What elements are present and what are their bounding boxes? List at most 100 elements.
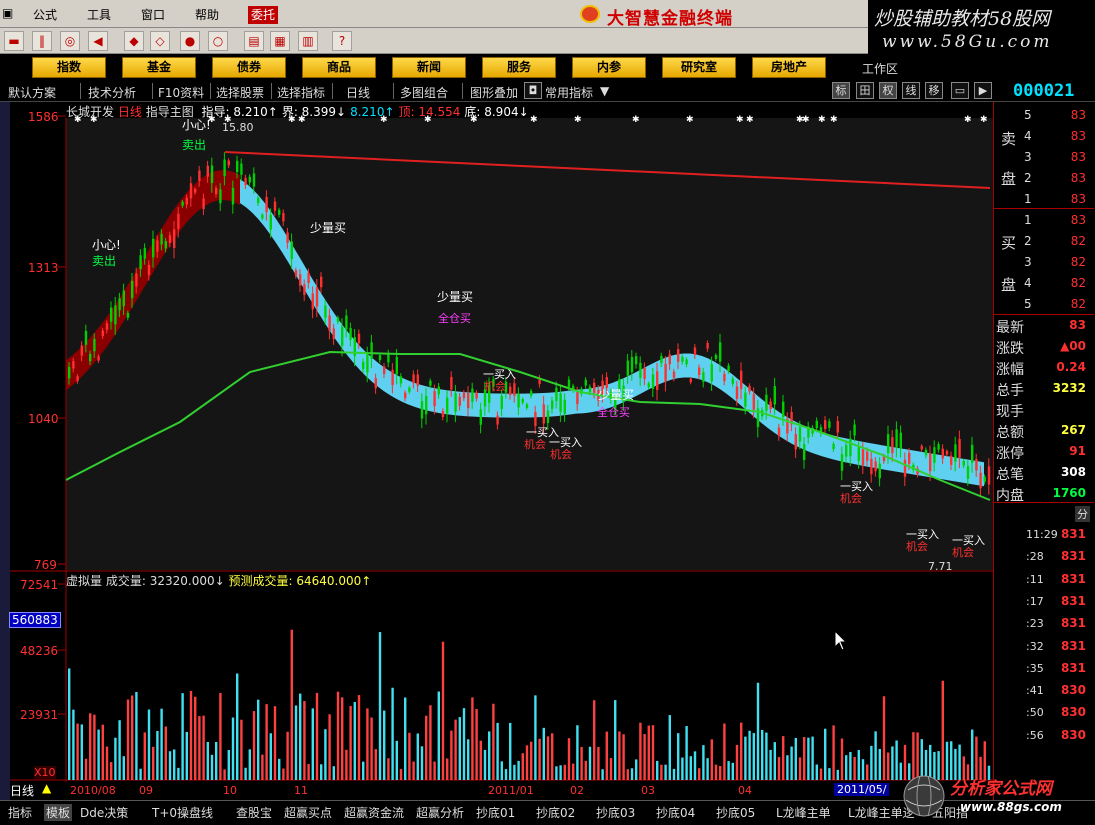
btn-grid[interactable]: 田 <box>856 82 874 99</box>
tab-tech-analysis[interactable]: 技术分析 <box>88 84 136 101</box>
bottom-tab[interactable]: 抄底01 <box>476 804 515 821</box>
bottom-tab[interactable]: 指标 <box>8 804 32 821</box>
nav-index[interactable]: 指数 <box>32 57 106 78</box>
flag-icon[interactable]: ▬ <box>4 31 24 51</box>
candle-body <box>584 379 587 386</box>
tick-row[interactable]: :56 830 <box>994 725 1094 747</box>
sell-row[interactable]: 2 83 <box>994 168 1094 189</box>
window-icon[interactable]: ▦ <box>270 31 290 51</box>
candle-body <box>693 347 697 355</box>
volume-bar <box>177 767 180 780</box>
bottom-tab[interactable]: 超赢买点 <box>284 804 332 821</box>
nav-fund[interactable]: 基金 <box>122 57 196 78</box>
nav-bond[interactable]: 债券 <box>212 57 286 78</box>
tick-row[interactable]: 11:29 831 <box>994 524 1094 546</box>
volume-bar <box>383 710 386 780</box>
volume-bar <box>374 749 377 780</box>
tab-common-indicator[interactable]: 常用指标 <box>545 84 593 101</box>
menu-tools[interactable]: 工具 <box>87 6 111 24</box>
tick-row[interactable]: :32 831 <box>994 636 1094 658</box>
tick-row[interactable]: :50 830 <box>994 702 1094 724</box>
bottom-tab[interactable]: 抄底04 <box>656 804 695 821</box>
trade-icon[interactable]: ◆ <box>124 31 144 51</box>
bars-icon[interactable]: ‖ <box>32 31 52 51</box>
tab-multi-chart[interactable]: 多图组合 <box>400 84 448 101</box>
tab-select-stock[interactable]: 选择股票 <box>216 84 264 101</box>
bottom-tab[interactable]: L龙峰主单 <box>776 804 831 821</box>
tab-select-indicator[interactable]: 选择指标 <box>277 84 325 101</box>
workarea-label[interactable]: 工作区 <box>862 60 898 77</box>
btn-line[interactable]: 线 <box>902 82 920 99</box>
record-icon[interactable]: ● <box>180 31 200 51</box>
diamond-icon[interactable]: ◇ <box>150 31 170 51</box>
btn-right[interactable]: 权 <box>879 82 897 99</box>
sell-row[interactable]: 5 83 <box>994 105 1094 126</box>
candle-body <box>450 376 453 390</box>
nav-research[interactable]: 研究室 <box>662 57 736 78</box>
candle-body <box>370 342 373 359</box>
tab-daily[interactable]: 日线 <box>346 84 370 101</box>
nav-service[interactable]: 服务 <box>482 57 556 78</box>
chart-canvas[interactable]: ✱ ✱ ✱ ✱ ✱ ✱ ✱ ✱ ✱ ✱ ✱ ✱ ✱ ✱ ✱ ✱✱ ✱ ✱ ✱ ✱ <box>0 102 993 800</box>
page-icon[interactable]: ▤ <box>244 31 264 51</box>
nav-realestate[interactable]: 房地产 <box>752 57 826 78</box>
btn-move[interactable]: 移 <box>925 82 943 99</box>
bottom-tab[interactable]: 超赢分析 <box>416 804 464 821</box>
kline-chart-area[interactable]: ✱ ✱ ✱ ✱ ✱ ✱ ✱ ✱ ✱ ✱ ✱ ✱ ✱ ✱ ✱ ✱ ✱ ✱ ✱ ✱ ✱ 长城开发 日线 指导主图 指导: 8… <box>0 102 993 800</box>
candle-body <box>168 235 172 244</box>
dropdown-arrow-icon[interactable]: ▼ <box>600 84 609 98</box>
bottom-tab[interactable]: 抄底03 <box>596 804 635 821</box>
globe-icon[interactable]: ○ <box>208 31 228 51</box>
nav-news[interactable]: 新闻 <box>392 57 466 78</box>
bottom-tab[interactable]: 查股宝 <box>236 804 272 821</box>
volume-bar <box>160 708 163 780</box>
sell-row[interactable]: 1 83 <box>994 189 1094 210</box>
candle-body <box>920 445 923 450</box>
tick-header-label[interactable]: 分 <box>1075 506 1090 522</box>
app-icon[interactable]: ▣ <box>2 6 13 24</box>
bottom-tab[interactable]: Dde决策 <box>80 804 128 821</box>
speaker-icon[interactable]: ◀ <box>88 31 108 51</box>
tick-time: :50 <box>1026 706 1044 720</box>
buy-row[interactable]: 5 82 <box>994 294 1094 315</box>
sell-row[interactable]: 3 83 <box>994 147 1094 168</box>
menu-entrust[interactable]: 委托 <box>248 6 279 24</box>
nav-insider[interactable]: 内参 <box>572 57 646 78</box>
bottom-tab[interactable]: 抄底02 <box>536 804 575 821</box>
tab-overlay[interactable]: 图形叠加 <box>470 84 518 101</box>
period-arrow-icon[interactable]: ▲ <box>42 781 51 795</box>
tick-row[interactable]: :23 831 <box>994 613 1094 635</box>
menu-formula[interactable]: 公式 <box>33 6 57 24</box>
volume-bar <box>198 716 201 780</box>
bottom-tab[interactable]: 模板 <box>44 804 73 821</box>
volume-bar <box>341 697 344 780</box>
btn-mark[interactable]: 标 <box>832 82 850 99</box>
buy-row[interactable]: 2 82 <box>994 231 1094 252</box>
tick-row[interactable]: :35 831 <box>994 658 1094 680</box>
sell-row[interactable]: 4 83 <box>994 126 1094 147</box>
play-icon[interactable]: ▶ <box>974 82 992 99</box>
bottom-tab[interactable]: 超赢资金流 <box>344 804 404 821</box>
volume-bar <box>887 752 890 780</box>
bottom-tab[interactable]: 抄底05 <box>716 804 755 821</box>
tick-row[interactable]: :28 831 <box>994 546 1094 568</box>
tick-row[interactable]: :17 831 <box>994 591 1094 613</box>
window-toggle-icon[interactable]: ▭ <box>951 82 969 99</box>
tab-default-plan[interactable]: 默认方案 <box>8 84 56 101</box>
buy-row[interactable]: 4 82 <box>994 273 1094 294</box>
nav-commodity[interactable]: 商品 <box>302 57 376 78</box>
tick-row[interactable]: :11 831 <box>994 569 1094 591</box>
period-label[interactable]: 日线 <box>10 782 34 799</box>
help-icon[interactable]: ? <box>332 31 352 51</box>
tab-f10[interactable]: F10资料 <box>158 84 204 101</box>
bottom-tab[interactable]: T+0操盘线 <box>152 804 213 821</box>
lock-icon[interactable]: ◘ <box>524 82 542 99</box>
menu-window[interactable]: 窗口 <box>141 6 165 24</box>
books-icon[interactable]: ▥ <box>298 31 318 51</box>
menu-help[interactable]: 帮助 <box>195 6 219 24</box>
tick-row[interactable]: :41 830 <box>994 680 1094 702</box>
buy-row[interactable]: 1 83 <box>994 210 1094 231</box>
buy-row[interactable]: 3 82 <box>994 252 1094 273</box>
binoculars-icon[interactable]: ◎ <box>60 31 80 51</box>
candle-body <box>971 444 974 463</box>
